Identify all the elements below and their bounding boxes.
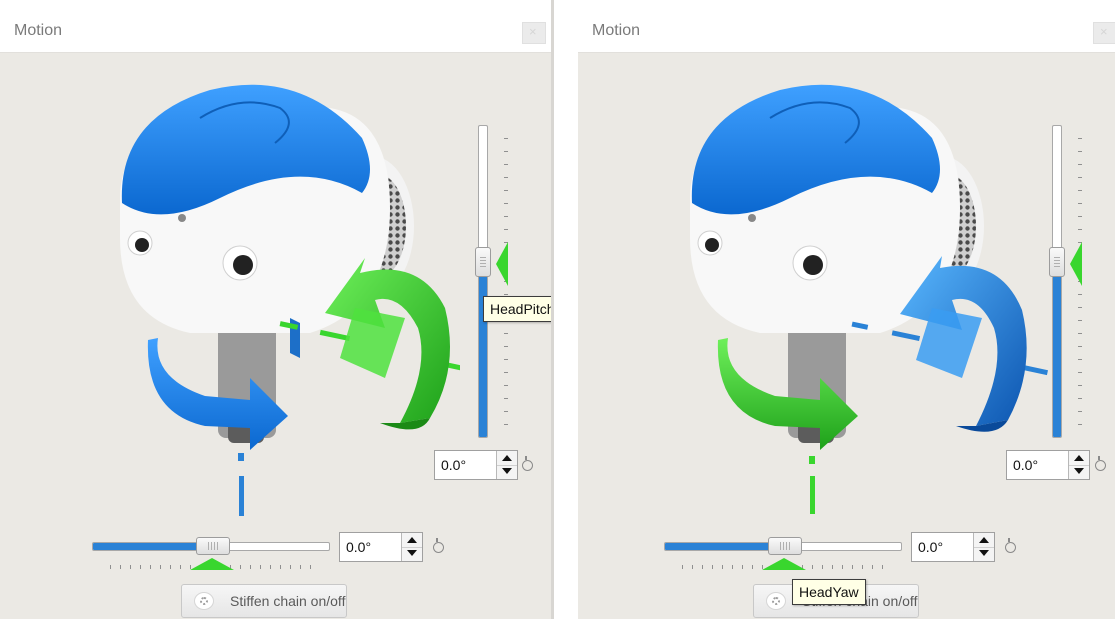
yaw-zero-marker (762, 558, 806, 570)
spin-up-icon[interactable] (497, 451, 517, 466)
panel-divider (551, 0, 578, 619)
pitch-zero-marker (1070, 242, 1082, 286)
headyaw-tooltip: HeadYaw (792, 579, 866, 605)
spin-up-icon[interactable] (1069, 451, 1089, 466)
pitch-spinbox[interactable]: 0.0° (434, 450, 518, 480)
reset-icon[interactable] (1005, 538, 1016, 553)
yaw-slider-handle[interactable] (196, 537, 230, 555)
stiffen-icon (194, 592, 214, 610)
reset-icon[interactable] (433, 538, 444, 553)
pitch-value[interactable]: 0.0° (441, 457, 466, 473)
spin-down-icon[interactable] (974, 547, 994, 561)
pitch-slider-handle[interactable] (1049, 247, 1065, 277)
spin-down-icon[interactable] (497, 465, 517, 479)
yaw-spin-arrows (401, 533, 422, 561)
stiffen-chain-button[interactable]: Stiffen chain on/off (181, 584, 347, 618)
robot-head-illustration (120, 84, 460, 516)
pitch-value[interactable]: 0.0° (1013, 457, 1038, 473)
pitch-slider-track[interactable] (1052, 125, 1062, 438)
pitch-slider-fill (479, 253, 487, 437)
pitch-slider-fill (1053, 253, 1061, 437)
spin-down-icon[interactable] (1069, 465, 1089, 479)
yaw-spin-arrows (973, 533, 994, 561)
reset-icon[interactable] (522, 456, 533, 471)
spin-down-icon[interactable] (402, 547, 422, 561)
motion-panel-right: Motion × 0.0° 0.0° on/off HeadYaw (578, 0, 1115, 619)
pitch-spinbox[interactable]: 0.0° (1006, 450, 1090, 480)
stiffen-label: Stiffen chain on/off (230, 593, 346, 609)
spin-up-icon[interactable] (974, 533, 994, 548)
reset-icon[interactable] (1095, 456, 1106, 471)
yaw-slider-fill (93, 543, 211, 550)
close-icon[interactable] (522, 22, 546, 44)
yaw-zero-marker (190, 558, 234, 570)
motion-panel-left: Motion × HeadPitch 0.0° 0.0° Stiffen cha… (0, 0, 551, 619)
yaw-spinbox[interactable]: 0.0° (339, 532, 423, 562)
close-icon[interactable] (1093, 22, 1115, 44)
pitch-slider-handle[interactable] (475, 247, 491, 277)
pitch-spin-arrows (496, 451, 517, 479)
yaw-slider-fill (665, 543, 783, 550)
pitch-spin-arrows (1068, 451, 1089, 479)
yaw-slider-handle[interactable] (768, 537, 802, 555)
panel-titlebar: Motion (578, 0, 1115, 53)
pitch-slider-track[interactable] (478, 125, 488, 438)
panel-title: Motion (14, 22, 63, 39)
spin-up-icon[interactable] (402, 533, 422, 548)
yaw-spinbox[interactable]: 0.0° (911, 532, 995, 562)
yaw-value[interactable]: 0.0° (918, 539, 943, 555)
panel-titlebar: Motion (0, 0, 551, 53)
pitch-zero-marker (496, 242, 508, 286)
yaw-value[interactable]: 0.0° (346, 539, 371, 555)
panel-title: Motion (592, 22, 641, 39)
robot-head-illustration (690, 84, 1048, 514)
headpitch-tooltip: HeadPitch (483, 296, 551, 322)
stiffen-icon (766, 592, 786, 610)
